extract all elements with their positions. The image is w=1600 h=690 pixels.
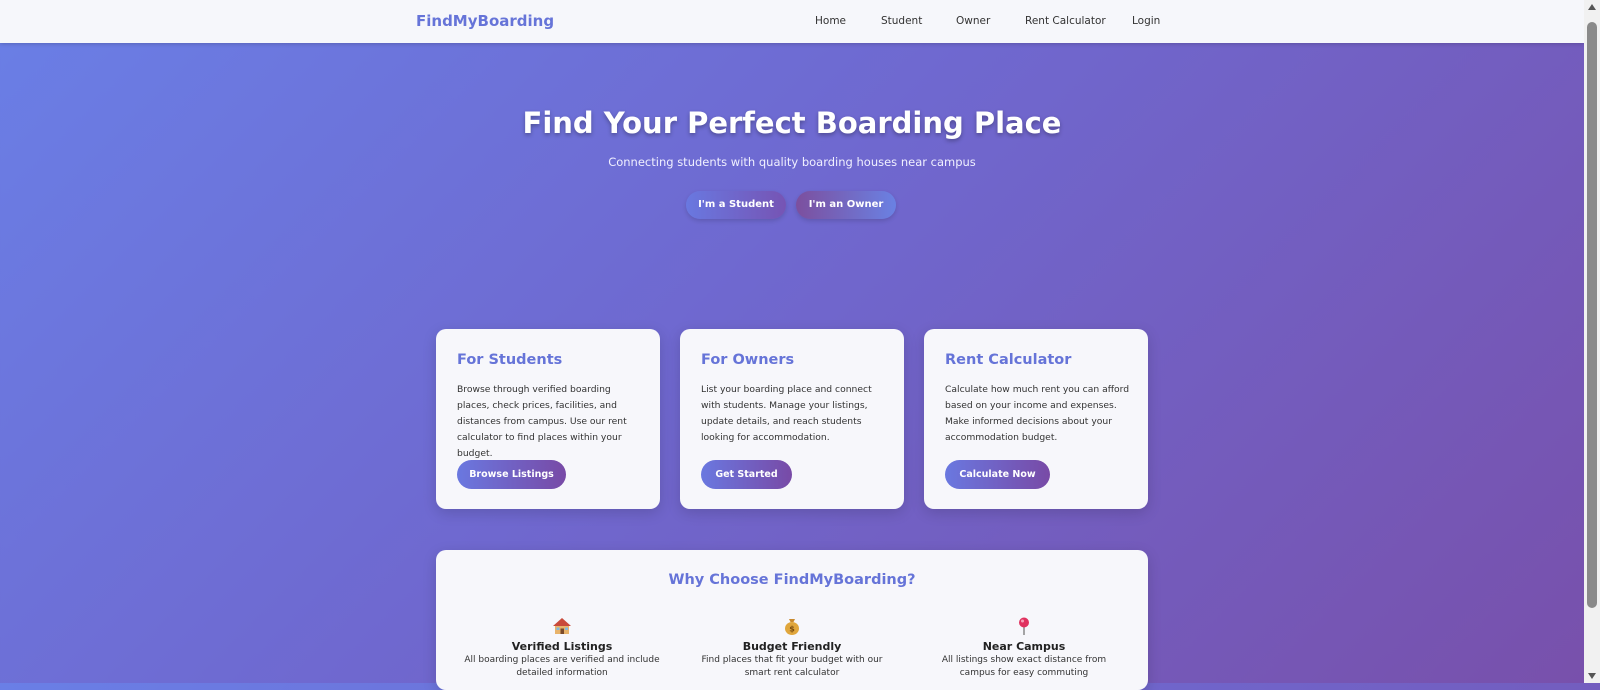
navbar: FindMyBoarding Home Student Owner Rent C…	[0, 0, 1584, 43]
hero-subtitle: Connecting students with quality boardin…	[608, 155, 976, 169]
feature-desc: All boarding places are verified and inc…	[464, 655, 660, 678]
feature-name: Budget Friendly	[742, 640, 842, 653]
hero-title: Find Your Perfect Boarding Place	[522, 106, 1062, 140]
scroll-down-arrow-icon[interactable]	[1588, 673, 1596, 679]
scroll-up-arrow-icon[interactable]	[1588, 4, 1596, 10]
card-rent-calculator: Rent Calculator Calculate how much rent …	[924, 329, 1148, 509]
money-bag-icon: $	[692, 612, 892, 638]
card-title: Rent Calculator	[945, 352, 1072, 368]
brand-logo[interactable]: FindMyBoarding	[416, 12, 554, 30]
nav-link-student[interactable]: Student	[881, 15, 922, 27]
student-button[interactable]: I'm a Student	[686, 191, 786, 219]
feature-budget-friendly: $ Budget Friendly Find places that fit y…	[692, 612, 892, 680]
card-for-students: For Students Browse through verified boa…	[436, 329, 660, 509]
scroll-thumb[interactable]	[1587, 22, 1597, 608]
card-text: Calculate how much rent you can afford b…	[945, 384, 1130, 443]
feature-name: Verified Listings	[511, 640, 613, 653]
calculate-now-button[interactable]: Calculate Now	[945, 460, 1050, 489]
nav-link-home[interactable]: Home	[815, 15, 846, 27]
nav-link-owner[interactable]: Owner	[956, 15, 990, 27]
svg-text:$: $	[789, 624, 795, 633]
nav-link-rent-calculator[interactable]: Rent Calculator	[1025, 15, 1106, 27]
browse-listings-button[interactable]: Browse Listings	[457, 460, 566, 489]
house-icon	[462, 612, 662, 638]
why-title: Why Choose FindMyBoarding?	[668, 572, 916, 588]
feature-near-campus: Near Campus All listings show exact dist…	[924, 612, 1124, 680]
card-title: For Owners	[701, 352, 795, 368]
page-scrollbar[interactable]	[1584, 0, 1600, 683]
feature-verified-listings: Verified Listings All boarding places ar…	[462, 612, 662, 680]
why-choose-panel: Why Choose FindMyBoarding? Verified List…	[436, 550, 1148, 690]
pin-icon	[924, 612, 1124, 638]
card-title: For Students	[457, 352, 563, 368]
get-started-button[interactable]: Get Started	[701, 460, 792, 489]
card-text: Browse through verified boarding places,…	[457, 384, 627, 459]
feature-desc: All listings show exact distance from ca…	[941, 655, 1107, 678]
feature-name: Near Campus	[982, 640, 1066, 653]
feature-desc: Find places that fit your budget with ou…	[701, 655, 883, 678]
card-text: List your boarding place and connect wit…	[701, 384, 872, 443]
nav-link-login[interactable]: Login	[1132, 15, 1160, 27]
card-for-owners: For Owners List your boarding place and …	[680, 329, 904, 509]
owner-button[interactable]: I'm an Owner	[796, 191, 896, 219]
